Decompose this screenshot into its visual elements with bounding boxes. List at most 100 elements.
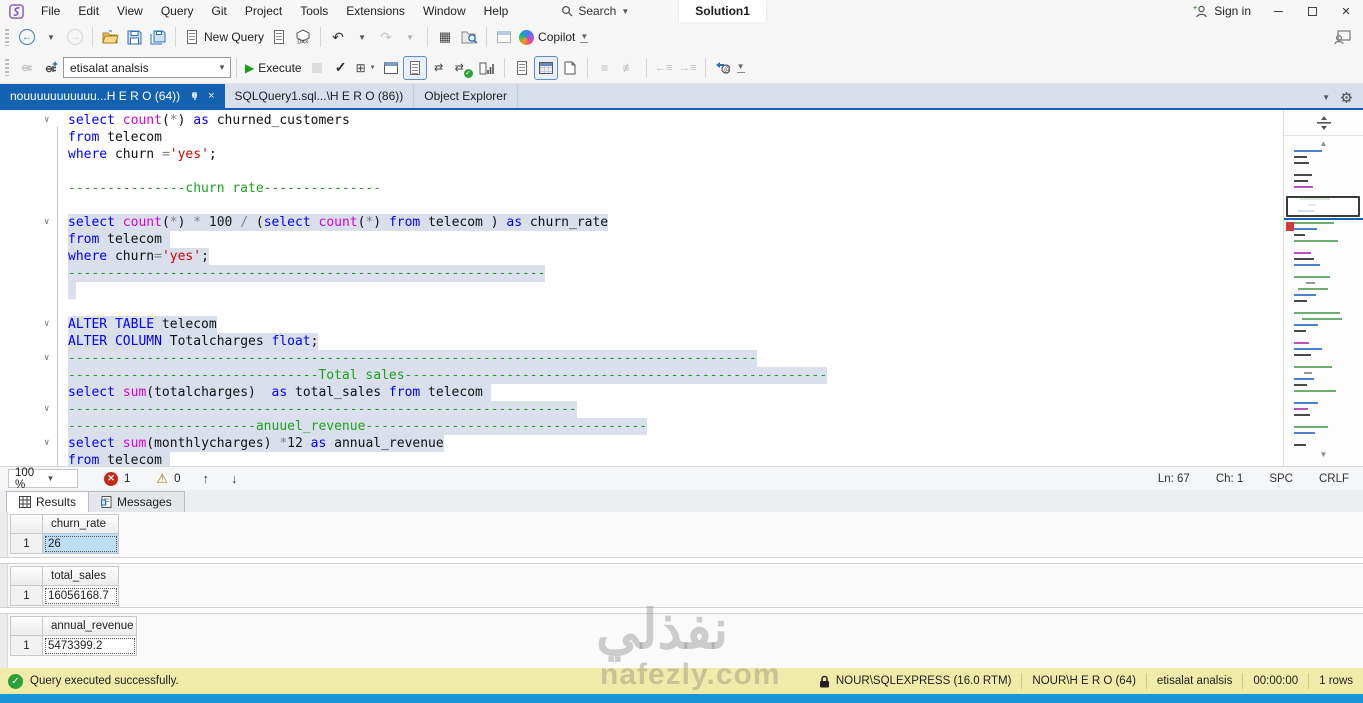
- grid-cell[interactable]: 26: [43, 534, 119, 554]
- menu-item-extensions[interactable]: Extensions: [337, 0, 414, 22]
- toolbar2-overflow-button[interactable]: ▼: [736, 62, 745, 73]
- undo-caret[interactable]: ▼: [350, 25, 374, 49]
- column-header[interactable]: annual_revenue: [43, 616, 137, 636]
- cancel-query-button[interactable]: [305, 56, 329, 80]
- code-editor[interactable]: ∨ select count(*) as churned_customers fro…: [0, 110, 1363, 466]
- results-pane-toggle-button[interactable]: [402, 55, 427, 80]
- copilot-button[interactable]: Copilot: [516, 25, 578, 49]
- row-header[interactable]: 1: [10, 636, 43, 656]
- maximize-button[interactable]: [1295, 0, 1329, 22]
- row-header[interactable]: 1: [10, 534, 43, 554]
- solution-name[interactable]: Solution1: [679, 0, 766, 22]
- query-options-window-button[interactable]: [379, 56, 403, 80]
- minimap-viewport-box[interactable]: [1286, 196, 1360, 217]
- change-connection-button[interactable]: [39, 56, 63, 80]
- menu-item-window[interactable]: Window: [414, 0, 475, 22]
- column-indicator[interactable]: Ch: 1: [1216, 473, 1244, 485]
- fold-collapse-icon[interactable]: ∨: [44, 401, 49, 418]
- live-query-stats-button[interactable]: [475, 56, 499, 80]
- connect-button[interactable]: [15, 56, 39, 80]
- feedback-icon[interactable]: [1333, 29, 1351, 45]
- close-button[interactable]: ×: [1329, 0, 1363, 22]
- tab-list-caret-icon[interactable]: ▼: [1322, 93, 1330, 102]
- navigate-back-caret[interactable]: ▼: [39, 25, 63, 49]
- column-header[interactable]: churn_rate: [43, 514, 119, 534]
- tab-messages[interactable]: Messages: [89, 491, 185, 512]
- minimize-button[interactable]: [1261, 0, 1295, 22]
- menu-item-project[interactable]: Project: [236, 0, 291, 22]
- menu-item-view[interactable]: View: [108, 0, 152, 22]
- undo-button[interactable]: ↶: [326, 25, 350, 49]
- specify-values-button[interactable]: @: [711, 56, 735, 80]
- pin-icon[interactable]: [190, 91, 200, 101]
- grid-corner-cell[interactable]: [10, 514, 43, 534]
- parse-button[interactable]: ✓: [329, 56, 353, 80]
- fold-collapse-icon[interactable]: ∨: [44, 214, 49, 231]
- toolbar-grip-2[interactable]: [5, 59, 9, 76]
- menu-item-git[interactable]: Git: [203, 0, 236, 22]
- row-header[interactable]: 1: [10, 586, 43, 606]
- redo-caret[interactable]: ▼: [398, 25, 422, 49]
- fold-collapse-icon[interactable]: ∨: [44, 316, 49, 333]
- uncomment-button[interactable]: ≢: [617, 56, 641, 80]
- new-dax-query-button[interactable]: DAX: [291, 25, 315, 49]
- include-actual-plan-button[interactable]: ⇄ ✓: [451, 56, 475, 80]
- document-tab-1[interactable]: SQLQuery1.sql...\H E R O (86)): [225, 84, 415, 108]
- save-button[interactable]: [122, 25, 146, 49]
- grid-corner-cell[interactable]: [10, 566, 43, 586]
- tab-options-gear-icon[interactable]: [1340, 91, 1353, 104]
- zoom-selector[interactable]: 100 % ▼: [8, 467, 78, 491]
- grid-cell[interactable]: 16056168.7: [43, 586, 119, 606]
- menu-item-query[interactable]: Query: [152, 0, 203, 22]
- line-indicator[interactable]: Ln: 67: [1158, 473, 1190, 485]
- template-parameters-button[interactable]: ⊞ ▼: [353, 56, 379, 80]
- results-to-grid-button[interactable]: [533, 55, 558, 80]
- fold-collapse-icon[interactable]: ∨: [44, 112, 49, 129]
- grid-cell[interactable]: 5473399.2: [43, 636, 137, 656]
- code-area[interactable]: ∨ select count(*) as churned_customers fro…: [0, 110, 1283, 466]
- sign-in-button[interactable]: + Sign in: [1183, 4, 1261, 18]
- decrease-indent-button[interactable]: ←≡: [652, 56, 676, 80]
- minimap-scrollbar[interactable]: ▲ ▼: [1283, 110, 1363, 466]
- comment-button[interactable]: ≡: [593, 56, 617, 80]
- fold-collapse-icon[interactable]: ∨: [44, 435, 49, 452]
- display-estimated-plan-button[interactable]: ⇄: [427, 56, 451, 80]
- toolbar-overflow-button[interactable]: ▼: [580, 32, 589, 43]
- results-to-file-button[interactable]: [558, 56, 582, 80]
- editor-splitter-handle[interactable]: [1284, 110, 1363, 136]
- open-file-button[interactable]: [98, 25, 122, 49]
- navigate-forward-button[interactable]: →: [63, 25, 87, 49]
- navigate-back-button[interactable]: ←: [15, 25, 39, 49]
- search-control[interactable]: Search ▼: [553, 0, 637, 22]
- document-tab-0[interactable]: nouuuuuuuuuuu...H E R O (64)) ×: [0, 84, 225, 108]
- window-layout-button[interactable]: [492, 25, 516, 49]
- fold-collapse-icon[interactable]: ∨: [44, 350, 49, 367]
- menu-item-tools[interactable]: Tools: [291, 0, 337, 22]
- new-query-button[interactable]: New Query: [181, 25, 267, 49]
- results-to-text-button[interactable]: [510, 56, 534, 80]
- tab-close-icon[interactable]: ×: [208, 90, 214, 102]
- menu-item-edit[interactable]: Edit: [69, 0, 108, 22]
- execute-button[interactable]: ▶ Execute: [242, 56, 305, 80]
- database-selector[interactable]: etisalat analsis ▼: [63, 57, 231, 78]
- activity-monitor-button[interactable]: [457, 25, 481, 49]
- line-ending-indicator[interactable]: CRLF: [1319, 473, 1349, 485]
- increase-indent-button[interactable]: →≡: [676, 56, 700, 80]
- redo-button[interactable]: ↷: [374, 25, 398, 49]
- scroll-down-icon[interactable]: ▼: [1284, 450, 1363, 459]
- menu-item-file[interactable]: File: [32, 0, 69, 22]
- grid-corner-cell[interactable]: [10, 616, 43, 636]
- scroll-up-icon[interactable]: ▲: [1284, 139, 1363, 148]
- tab-results[interactable]: Results: [6, 491, 90, 512]
- save-all-button[interactable]: [146, 25, 170, 49]
- new-sql-doc-button[interactable]: [267, 25, 291, 49]
- space-mode-indicator[interactable]: SPC: [1269, 473, 1293, 485]
- results-splitter[interactable]: [0, 557, 1363, 564]
- toolbar-grip[interactable]: [5, 28, 9, 46]
- column-header[interactable]: total_sales: [43, 566, 119, 586]
- previous-issue-icon[interactable]: ↑: [202, 471, 209, 486]
- menu-item-help[interactable]: Help: [475, 0, 518, 22]
- script-table-button[interactable]: ▦: [433, 25, 457, 49]
- error-count[interactable]: ✕ 1: [104, 471, 130, 486]
- document-tab-2[interactable]: Object Explorer: [414, 84, 518, 108]
